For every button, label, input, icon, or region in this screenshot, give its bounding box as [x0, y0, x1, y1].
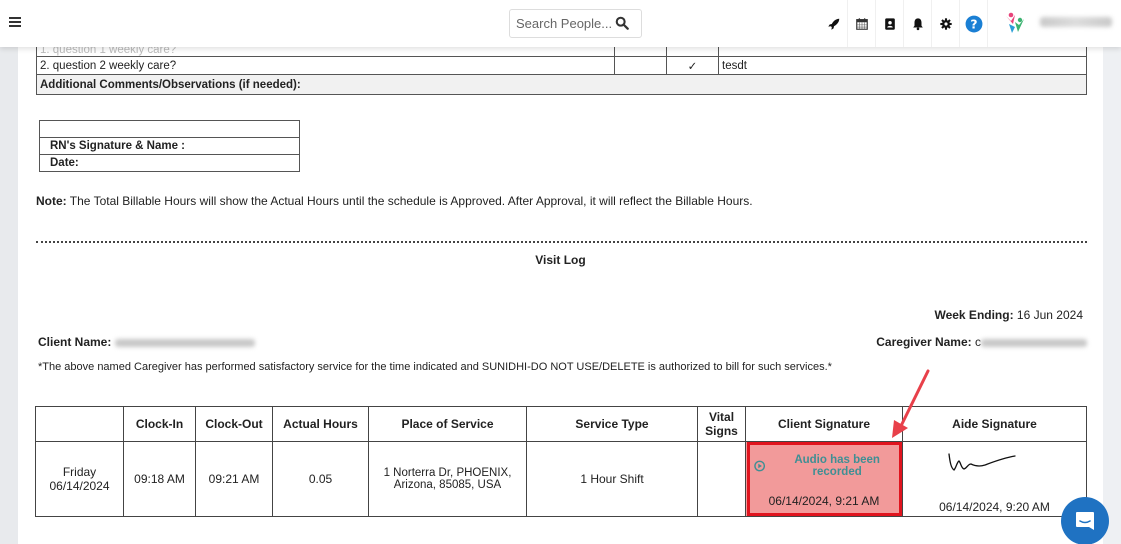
top-navbar: ? [0, 0, 1121, 47]
play-circle-icon[interactable] [754, 460, 766, 472]
service-type-cell: 1 Hour Shift [526, 441, 698, 517]
organization-logo[interactable] [1000, 8, 1030, 38]
question-comment: tesdt [718, 56, 1087, 75]
caregiver-name-label: Caregiver Name: [876, 335, 972, 349]
annotation-arrow [892, 369, 930, 438]
vital-signs-header: Vital Signs [705, 410, 738, 438]
aide-signature-date: 06/14/2024, 9:20 AM [939, 500, 1050, 514]
search-people-box[interactable] [509, 9, 642, 38]
clock-out-cell: 09:21 AM [195, 441, 273, 517]
column-header: Vital Signs [697, 406, 746, 442]
search-people-input[interactable] [516, 16, 611, 31]
caregiver-name-partial: c [971, 335, 981, 349]
table-row: Friday 06/14/2024 09:18 AM 09:21 AM 0.05 … [35, 441, 1087, 517]
aide-signature-cell: 06/14/2024, 9:20 AM [902, 441, 1087, 517]
table-row: Additional Comments/Observations (if nee… [36, 74, 1087, 95]
visit-day-cell: Friday 06/14/2024 [35, 441, 124, 517]
column-header: Clock-Out [195, 406, 273, 442]
rn-signature-table: RN's Signature & Name : Date: [39, 120, 300, 172]
additional-comments-label: Additional Comments/Observations (if nee… [36, 74, 1087, 95]
chat-icon[interactable] [1073, 509, 1097, 533]
table-row: 2. question 2 weekly care? ✓ tesdt [36, 56, 1087, 75]
rn-date-label: Date: [39, 154, 300, 172]
weekly-care-questions-table: 1. question 1 weekly care? 2. question 2… [36, 44, 1087, 95]
column-header: Service Type [526, 406, 698, 442]
rn-signature-label: RN's Signature & Name : [39, 137, 300, 155]
question-answer-check: ✓ [666, 56, 719, 75]
address-line-1: 1 Norterra Dr, PHOENIX, [383, 467, 512, 479]
right-scroll-gutter[interactable] [1103, 0, 1121, 544]
left-gutter [0, 0, 18, 544]
client-signature-date: 06/14/2024, 9:21 AM [768, 494, 880, 508]
audio-recorded-text[interactable]: Audio has been recorded [772, 454, 902, 478]
week-ending: Week Ending: 16 Jun 2024 [934, 308, 1083, 322]
note-prefix: Note: [36, 194, 67, 208]
bell-icon[interactable] [904, 0, 932, 47]
caregiver-name-redacted [981, 338, 1087, 347]
actual-hours-cell: 0.05 [272, 441, 369, 517]
rocket-icon[interactable] [820, 0, 848, 47]
column-header: Client Signature [745, 406, 903, 442]
help-icon[interactable]: ? [960, 0, 988, 47]
svg-text:?: ? [970, 17, 977, 31]
billable-hours-note: Note: The Total Billable Hours will show… [36, 194, 753, 208]
client-signature-cell: Audio has been recorded 06/14/2024, 9:21… [745, 441, 903, 517]
contacts-icon[interactable] [876, 0, 904, 47]
week-ending-value: 16 Jun 2024 [1013, 308, 1083, 322]
week-ending-label: Week Ending: [934, 308, 1014, 322]
visit-date: 06/14/2024 [49, 479, 110, 493]
column-header: Clock-In [123, 406, 196, 442]
client-name-label: Client Name: [38, 335, 112, 349]
calendar-icon[interactable] [848, 0, 876, 47]
clock-in-cell: 09:18 AM [123, 441, 196, 517]
gear-icon[interactable] [932, 0, 960, 47]
question-label: 2. question 2 weekly care? [36, 56, 615, 75]
address-line-2: Arizona, 85085, USA [393, 479, 502, 491]
chat-widget-button[interactable] [1061, 497, 1109, 544]
billing-disclaimer: *The above named Caregiver has performed… [38, 361, 832, 373]
question-answer-no [614, 56, 667, 75]
client-name: Client Name: [38, 335, 255, 349]
audio-recording-link[interactable]: Audio has been recorded [754, 454, 902, 478]
caregiver-name: Caregiver Name: c [876, 335, 1087, 349]
search-icon[interactable] [615, 16, 629, 30]
user-menu-name-redacted[interactable] [1040, 17, 1112, 27]
hamburger-menu-icon[interactable] [9, 17, 21, 29]
column-header: Actual Hours [272, 406, 369, 442]
visit-log-title: Visit Log [535, 253, 586, 267]
rn-blank-cell [39, 120, 300, 138]
place-of-service-cell: 1 Norterra Dr, PHOENIX, Arizona, 85085, U… [368, 441, 527, 517]
vital-signs-cell [697, 441, 746, 517]
section-divider [36, 241, 1087, 243]
visit-day: Friday [62, 465, 97, 479]
client-name-redacted [114, 338, 255, 347]
toolbar-icons: ? [820, 0, 988, 47]
column-header [35, 406, 124, 442]
note-text: The Total Billable Hours will show the A… [66, 194, 753, 208]
column-header: Place of Service [368, 406, 527, 442]
aide-signature-image [948, 453, 1016, 471]
